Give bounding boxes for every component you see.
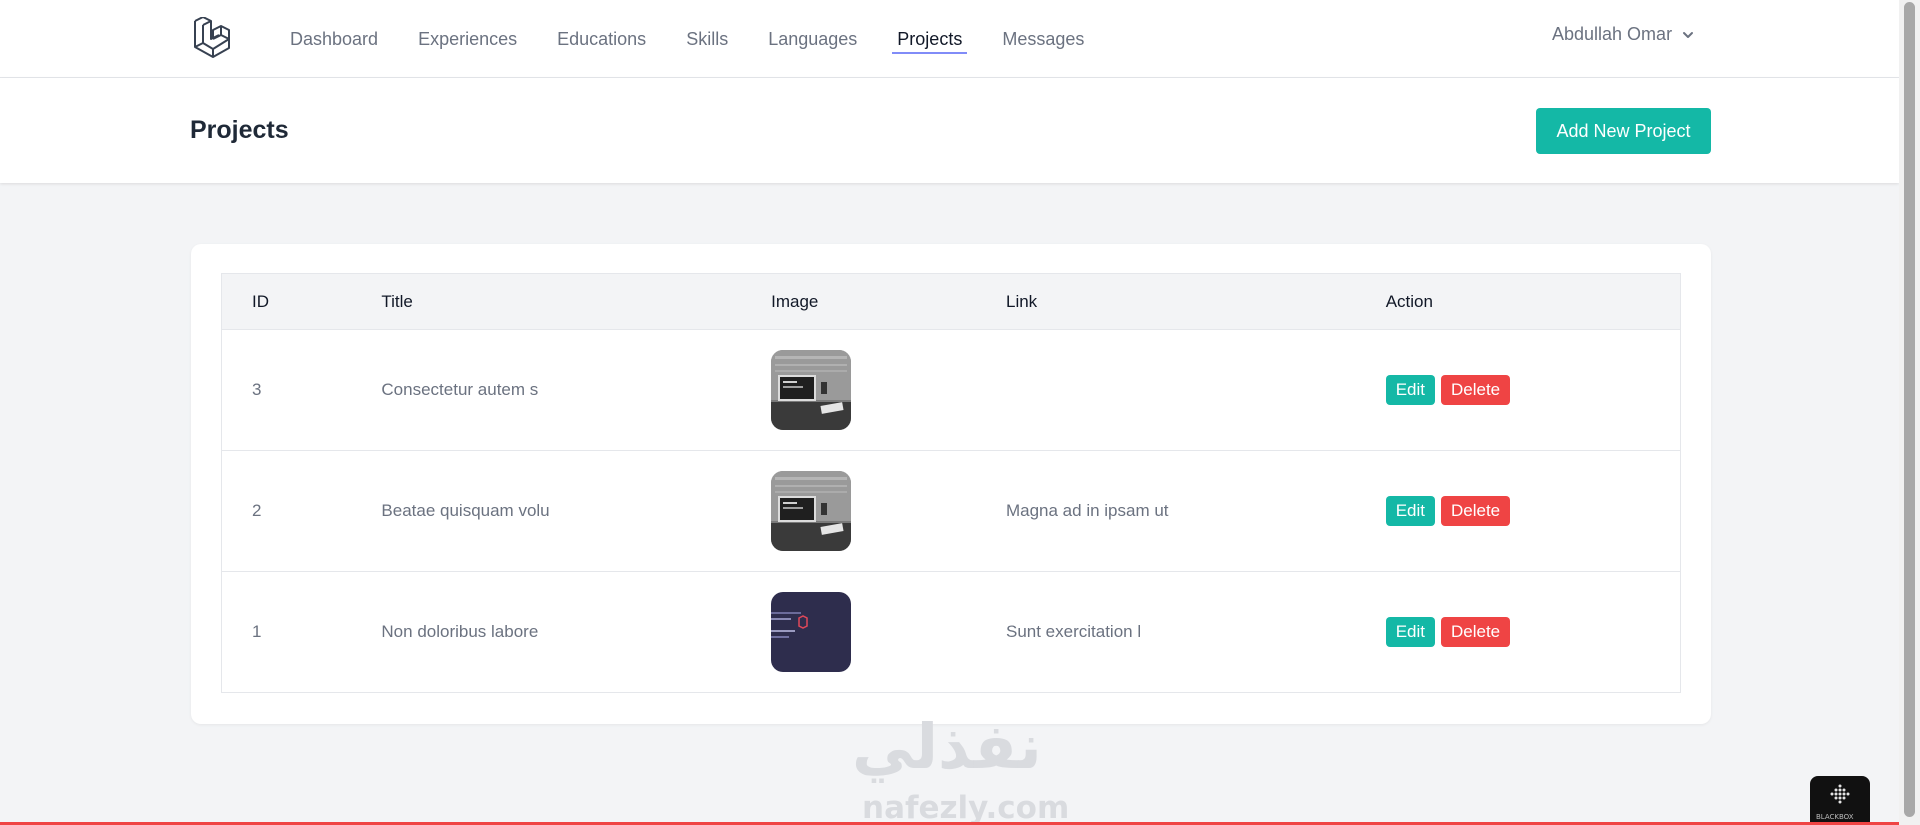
cell-id: 3 [252,380,262,399]
column-header-title: Title [351,273,742,330]
nav-item-experiences[interactable]: Experiences [418,0,517,78]
project-thumbnail-image[interactable] [771,592,852,672]
table-row: 1 Non doloribus labore Sunt exercitation… [221,572,1681,693]
cell-link: Magna ad in ipsam ut [1005,501,1169,520]
blackbox-label: BLACKBOX [1816,813,1854,821]
nav-item-educations[interactable]: Educations [557,0,646,78]
cell-image [741,330,976,451]
nav-item-dashboard[interactable]: Dashboard [290,0,378,78]
project-thumbnail-image[interactable] [771,350,852,430]
cell-title: Beatae quisquam volu [381,501,550,520]
user-menu-dropdown[interactable]: Abdullah Omar [1552,24,1694,45]
nav-item-skills[interactable]: Skills [686,0,728,78]
blackbox-badge[interactable]: BLACKBOX [1810,776,1870,825]
column-header-image: Image [741,273,976,330]
column-header-action: Action [1355,273,1681,330]
delete-button[interactable]: Delete [1441,617,1511,647]
nav-links: Dashboard Experiences Educations Skills … [290,0,1124,78]
column-header-id: ID [221,273,352,330]
cell-id: 2 [252,501,262,520]
nav-item-messages[interactable]: Messages [1002,0,1084,78]
cell-id: 1 [252,622,262,641]
blackbox-dots-icon [1830,784,1850,804]
cell-image [741,451,976,572]
edit-button[interactable]: Edit [1385,496,1435,526]
user-name: Abdullah Omar [1552,24,1673,44]
nav-item-projects[interactable]: Projects [892,0,968,78]
edit-button[interactable]: Edit [1385,375,1435,405]
projects-table: ID Title Image Link Action 3 Consectetur… [221,273,1681,693]
top-navigation: Dashboard Experiences Educations Skills … [0,0,1899,78]
project-thumbnail-image[interactable] [771,471,852,551]
column-header-link: Link [975,273,1356,330]
cell-actions: Edit Delete [1356,330,1681,451]
cell-title: Consectetur autem s [381,380,539,399]
laravel-logo-icon[interactable] [193,17,237,59]
nav-item-languages[interactable]: Languages [768,0,857,78]
table-row: 3 Consectetur autem s Edit Delete [221,330,1681,451]
delete-button[interactable]: Delete [1441,496,1511,526]
page-header: Projects Add New Project [0,78,1899,183]
edit-button[interactable]: Edit [1385,617,1435,647]
chevron-down-icon [1683,31,1694,38]
cell-image [741,572,976,693]
cell-link: Sunt exercitation l [1005,622,1142,641]
cell-title: Non doloribus labore [381,622,539,641]
table-row: 2 Beatae quisquam volu Magna ad in ipsam… [221,451,1681,572]
scrollbar-thumb[interactable] [1904,2,1915,817]
projects-card: ID Title Image Link Action 3 Consectetur… [191,244,1711,724]
page-title: Projects [190,116,289,144]
watermark-latin: nafezly.com [862,790,1070,825]
cell-link [976,330,1356,451]
table-header-row: ID Title Image Link Action [221,273,1681,330]
add-new-project-button[interactable]: Add New Project [1536,108,1711,154]
cell-actions: Edit Delete [1356,572,1681,693]
vertical-scrollbar[interactable] [1899,0,1920,825]
delete-button[interactable]: Delete [1441,375,1511,405]
watermark-arabic: نفذلي [852,710,1042,783]
cell-actions: Edit Delete [1356,451,1681,572]
